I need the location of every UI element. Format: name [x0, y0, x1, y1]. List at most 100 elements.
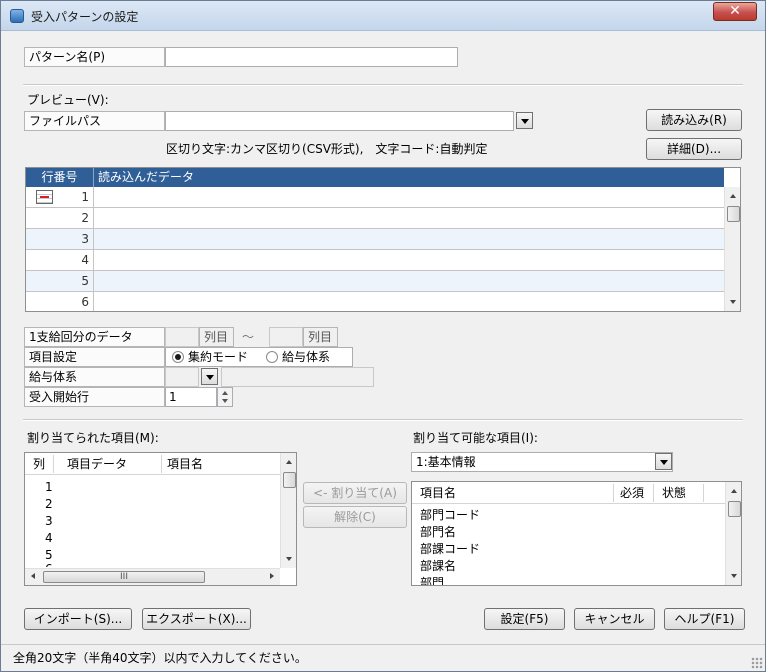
- close-button[interactable]: ✕: [713, 2, 757, 21]
- dialog-window: 受入パターンの設定 ✕ パターン名(P) プレビュー(V): ファイルパス 読み…: [0, 0, 766, 672]
- scroll-up-icon[interactable]: [726, 482, 741, 499]
- setting-button[interactable]: 設定(F5): [484, 608, 565, 630]
- assigned-header-item-data: 項目データ: [67, 457, 128, 471]
- status-bar: 全角20文字（半角40文字）以内で入力してください。: [1, 644, 765, 671]
- assigned-list-header: 列 項目データ 項目名: [25, 453, 280, 475]
- list-item[interactable]: 6: [45, 561, 53, 567]
- separator-2: [23, 419, 743, 421]
- list-item[interactable]: 1: [45, 479, 53, 495]
- release-button[interactable]: 解除(C): [303, 506, 407, 528]
- summary-mode-radio[interactable]: [172, 351, 184, 363]
- grid-row-number: 5: [26, 271, 94, 291]
- scroll-up-icon[interactable]: [281, 453, 296, 470]
- start-row-label: 受入開始行: [24, 387, 165, 407]
- available-header-status: 状態: [662, 486, 687, 500]
- available-list-header: 項目名 必須 状態: [412, 482, 725, 504]
- available-header-required: 必須: [620, 486, 645, 500]
- scroll-down-icon[interactable]: [726, 568, 741, 585]
- salary-system-dropdown-icon[interactable]: [201, 368, 218, 385]
- grid-header: 行番号 読み込んだデータ: [26, 168, 724, 187]
- pattern-name-label: パターン名(P): [24, 47, 165, 67]
- table-row[interactable]: 6: [26, 292, 724, 311]
- table-row[interactable]: 3: [26, 229, 724, 250]
- assigned-items-list[interactable]: 列 項目データ 項目名 1 2 3 4 5 6 III: [24, 452, 297, 586]
- end-column-input[interactable]: [269, 327, 303, 347]
- start-row-input[interactable]: 1: [165, 387, 217, 407]
- column-divider: [703, 484, 704, 502]
- scroll-right-icon[interactable]: [263, 569, 280, 585]
- detail-button[interactable]: 詳細(D)...: [646, 138, 742, 160]
- grid-row-number: 4: [26, 250, 94, 270]
- scroll-left-icon[interactable]: [25, 569, 42, 585]
- file-path-label: ファイルパス: [24, 111, 165, 131]
- assigned-items-label: 割り当てられた項目(M):: [27, 431, 159, 445]
- grid-row-number: 1: [26, 187, 94, 207]
- range-tilde: 〜: [242, 330, 255, 344]
- salary-system-radio[interactable]: [266, 351, 278, 363]
- summary-mode-label: 集約モード: [188, 350, 249, 364]
- column-divider: [161, 455, 162, 473]
- end-column-unit: 列目: [303, 327, 338, 347]
- available-vertical-scrollbar[interactable]: [725, 482, 741, 585]
- assigned-header-item-name: 項目名: [167, 457, 204, 471]
- table-row[interactable]: 2: [26, 208, 724, 229]
- import-button[interactable]: インポート(S)...: [24, 608, 132, 630]
- status-text: 全角20文字（半角40文字）以内で入力してください。: [13, 651, 307, 665]
- pattern-name-input[interactable]: [165, 47, 458, 67]
- scroll-thumb[interactable]: [283, 472, 296, 488]
- grid-row-number: 3: [26, 229, 94, 249]
- available-items-list[interactable]: 項目名 必須 状態 部門コード 部門名 部課コード 部課名 部門: [411, 481, 742, 586]
- grid-row-number: 2: [26, 208, 94, 228]
- delimiter-info: 区切り文字:カンマ区切り(CSV形式), 文字コード:自動判定: [166, 142, 488, 156]
- scroll-down-icon[interactable]: [725, 294, 740, 311]
- file-path-input[interactable]: [165, 111, 514, 131]
- category-dropdown-icon[interactable]: [655, 453, 672, 470]
- list-item[interactable]: 4: [45, 530, 53, 546]
- assigned-vertical-scrollbar[interactable]: [280, 453, 296, 568]
- assigned-header-column: 列: [33, 457, 46, 471]
- title-bar: 受入パターンの設定 ✕: [1, 1, 765, 31]
- start-column-unit: 列目: [199, 327, 234, 347]
- salary-system-radio-label: 給与体系: [282, 350, 331, 364]
- item-setting-label: 項目設定: [24, 347, 165, 367]
- grid-row-number: 6: [26, 292, 94, 311]
- read-button[interactable]: 読み込み(R): [646, 109, 742, 131]
- scroll-thumb[interactable]: III: [43, 571, 205, 583]
- list-item[interactable]: 部課コード: [420, 541, 480, 557]
- assign-button[interactable]: <- 割り当て(A): [303, 482, 407, 504]
- window-title: 受入パターンの設定: [31, 10, 139, 24]
- grid-header-data: 読み込んだデータ: [98, 170, 195, 184]
- scroll-down-icon[interactable]: [281, 551, 296, 568]
- table-row[interactable]: 4: [26, 250, 724, 271]
- scroll-thumb[interactable]: [727, 206, 740, 222]
- list-item[interactable]: 3: [45, 513, 53, 529]
- assigned-horizontal-scrollbar[interactable]: III: [25, 568, 280, 585]
- resize-grip-icon[interactable]: [751, 657, 763, 669]
- export-button[interactable]: エクスポート(X)...: [142, 608, 251, 630]
- grid-vertical-scrollbar[interactable]: [724, 187, 740, 311]
- list-item[interactable]: 2: [45, 496, 53, 512]
- start-column-input[interactable]: [165, 327, 199, 347]
- table-row[interactable]: 5: [26, 271, 724, 292]
- cancel-button[interactable]: キャンセル: [574, 608, 655, 630]
- grid-header-row-number: 行番号: [26, 168, 94, 187]
- preview-grid[interactable]: 行番号 読み込んだデータ 1 2 3 4 5 6: [25, 167, 741, 312]
- column-divider: [653, 484, 654, 502]
- column-divider: [613, 484, 614, 502]
- list-item[interactable]: 部門名: [420, 524, 456, 540]
- app-icon: [10, 9, 24, 23]
- separator-1: [23, 84, 743, 86]
- item-setting-group: 集約モード 給与体系: [165, 347, 353, 367]
- scroll-up-icon[interactable]: [725, 187, 740, 204]
- help-button[interactable]: ヘルプ(F1): [664, 608, 745, 630]
- salary-system-code-input[interactable]: [165, 367, 199, 387]
- scroll-thumb[interactable]: [728, 501, 741, 517]
- list-item[interactable]: 部門: [420, 575, 444, 585]
- file-path-dropdown-icon[interactable]: [516, 112, 533, 129]
- preview-label: プレビュー(V):: [27, 93, 109, 107]
- category-select[interactable]: 1:基本情報: [411, 452, 673, 472]
- list-item[interactable]: 部門コード: [420, 507, 480, 523]
- start-row-spinner[interactable]: [217, 387, 233, 407]
- list-item[interactable]: 部課名: [420, 558, 456, 574]
- grid-row-header-icon[interactable]: 1: [26, 187, 724, 208]
